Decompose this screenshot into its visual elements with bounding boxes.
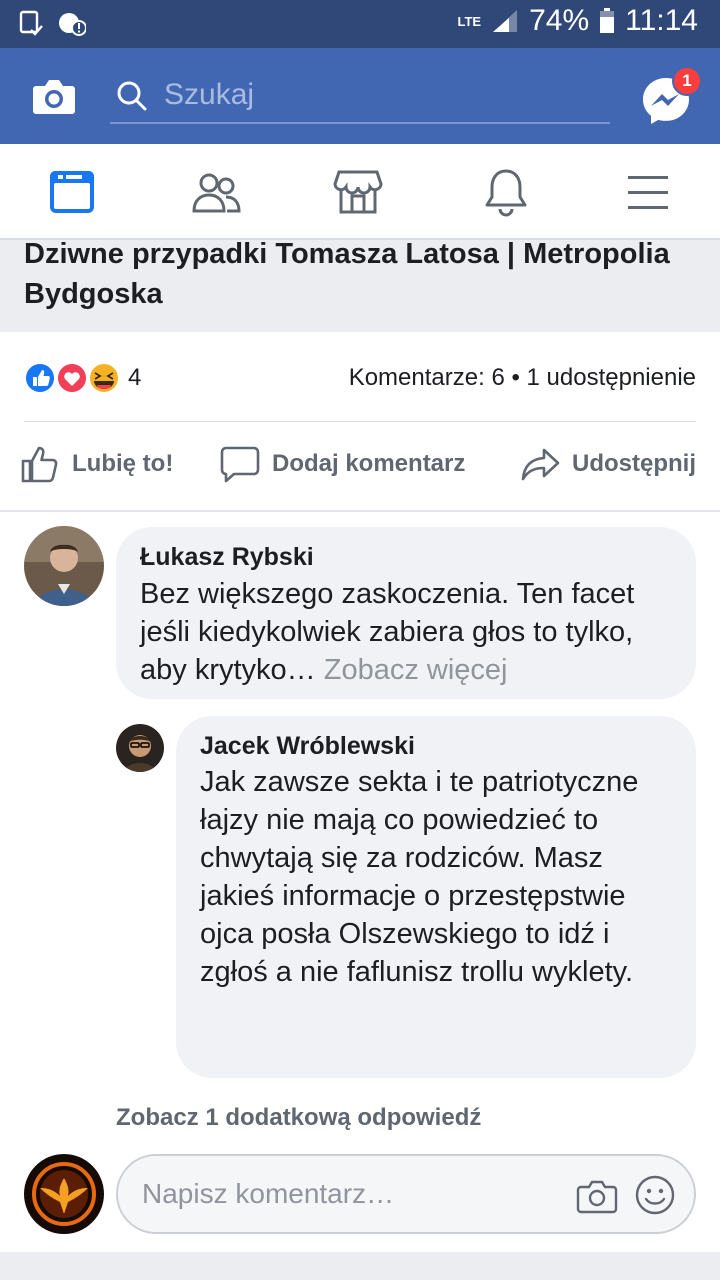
user-photo-icon [116, 724, 164, 772]
comment-label: Dodaj komentarz [272, 450, 466, 477]
comment-icon [220, 446, 260, 483]
comment-text: Bez większego zaskoczenia. Ten facet jeś… [140, 575, 680, 689]
news-feed-icon [50, 171, 94, 213]
emoji-icon[interactable] [634, 1174, 676, 1216]
comment-bubble[interactable]: Łukasz Rybski Bez większego zaskoczenia.… [116, 527, 696, 699]
battery-percent: 74% [529, 4, 590, 37]
thumbs-up-icon [21, 446, 58, 483]
friends-tab[interactable] [188, 166, 244, 218]
menu-tab[interactable] [620, 166, 676, 218]
divider [0, 510, 720, 512]
nav-bar [0, 144, 720, 240]
status-bar: LTE 74% 11:14 [0, 0, 720, 48]
comments-shares-summary[interactable]: Komentarze: 6 • 1 udostępnienie [349, 364, 696, 392]
facebook-post-screen: LTE 74% 11:14 Szukaj 1 Dziwne przypadki … [0, 0, 720, 1280]
status-right: LTE 74% 11:14 [458, 4, 699, 38]
reaction-icons[interactable] [24, 362, 124, 394]
feed-separator [0, 1252, 720, 1280]
network-type: LTE [457, 14, 482, 29]
like-button[interactable]: Lubię to! [20, 444, 173, 484]
friends-icon [192, 173, 241, 213]
camera-icon[interactable] [576, 1176, 618, 1216]
search-input[interactable]: Szukaj [110, 70, 610, 124]
share-button[interactable]: Udostępnij [520, 444, 696, 484]
menu-icon [628, 176, 668, 209]
user-photo-icon [24, 526, 104, 606]
share-icon [521, 448, 560, 481]
comment-button[interactable]: Dodaj komentarz [220, 444, 465, 484]
view-more-replies-link[interactable]: Zobacz 1 dodatkową odpowiedź [116, 1104, 481, 1132]
reply-bubble[interactable]: Jacek Wróblewski Jak zawsze sekta i te p… [176, 716, 696, 1078]
like-reaction-icon [24, 362, 56, 394]
comment-input-placeholder: Napisz komentarz… [142, 1178, 395, 1209]
news-feed-tab[interactable] [44, 166, 100, 218]
haha-reaction-icon [88, 362, 120, 394]
like-label: Lubię to! [72, 450, 174, 477]
search-icon [117, 81, 147, 111]
marketplace-icon [333, 170, 383, 214]
avatar[interactable] [24, 526, 104, 606]
game-notification-icon [59, 13, 86, 36]
post-link-title-band[interactable]: Dziwne przypadki Tomasza Latosa | Metrop… [0, 238, 720, 332]
share-label: Udostępnij [572, 450, 696, 477]
status-left-icons [18, 10, 86, 36]
comment-author[interactable]: Łukasz Rybski [140, 543, 314, 572]
see-more-link[interactable]: Zobacz więcej [324, 654, 508, 686]
notifications-icon [485, 169, 527, 217]
search-placeholder: Szukaj [164, 78, 255, 111]
messenger-badge: 1 [672, 66, 702, 96]
post-actions: Lubię to! Dodaj komentarz Udostępnij [0, 422, 720, 510]
battery-icon [600, 8, 615, 33]
signal-icon [493, 10, 518, 32]
marketplace-tab[interactable] [330, 166, 386, 218]
reply-text: Jak zawsze sekta i te patriotyczne łajzy… [200, 766, 639, 988]
camera-icon[interactable] [30, 72, 78, 120]
top-bar: Szukaj 1 [0, 48, 720, 144]
mockingjay-avatar-icon [24, 1154, 104, 1234]
love-reaction-icon [56, 362, 88, 394]
reply-author[interactable]: Jacek Wróblewski [200, 732, 415, 761]
avatar[interactable] [116, 724, 164, 772]
screenshot-notification-icon [19, 10, 43, 36]
notifications-tab[interactable] [478, 166, 534, 218]
reaction-count[interactable]: 4 [128, 364, 141, 392]
post-link-title[interactable]: Dziwne przypadki Tomasza Latosa | Metrop… [24, 234, 714, 314]
reactions-summary: 4 Komentarze: 6 • 1 udostępnienie [0, 332, 720, 422]
comment-input[interactable]: Napisz komentarz… [116, 1154, 696, 1234]
clock: 11:14 [625, 4, 698, 37]
own-avatar[interactable] [24, 1154, 104, 1234]
